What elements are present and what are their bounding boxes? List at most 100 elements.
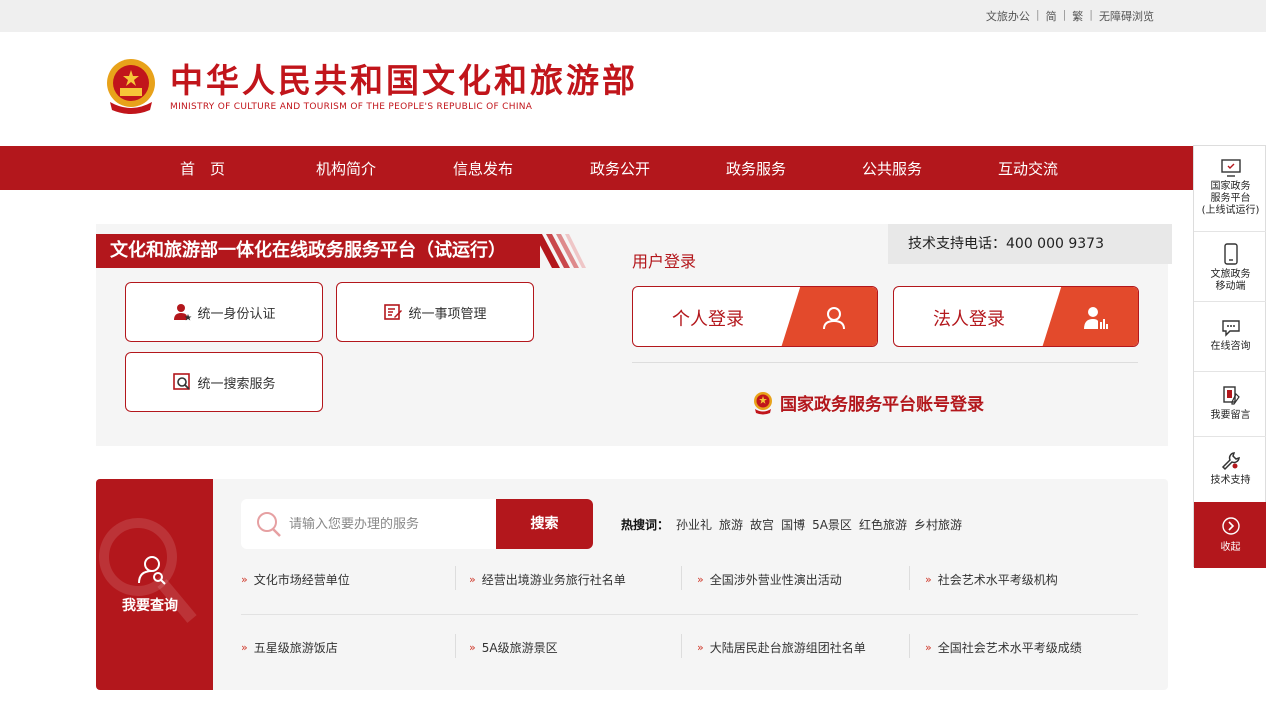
- chevron-right-icon: »: [469, 573, 476, 586]
- sidebar-label: 在线咨询: [1210, 341, 1251, 352]
- unified-identity-button[interactable]: 统一身份认证: [125, 282, 323, 342]
- query-link[interactable]: » 大陆居民赴台旅游组团社名单: [697, 639, 866, 656]
- hot-word[interactable]: 乡村旅游: [914, 516, 962, 533]
- link-separator: [681, 634, 682, 658]
- query-link-label: 经营出境游业务旅行社名单: [481, 573, 626, 587]
- utility-links: 文旅办公 | 简 | 繁 | 无障碍浏览: [986, 8, 1154, 24]
- unified-items-button[interactable]: 统一事项管理: [336, 282, 534, 342]
- sidebar-collapse-label: 收起: [1220, 542, 1241, 553]
- personal-login-label: 个人登录: [672, 309, 744, 330]
- search-box: [241, 499, 497, 549]
- hot-search-label: 热搜词：: [621, 518, 670, 532]
- office-link[interactable]: 文旅办公: [986, 8, 1030, 24]
- national-emblem-icon: [107, 59, 155, 114]
- unified-items-label: 统一事项管理: [408, 306, 487, 322]
- sidebar-item-support[interactable]: 技术支持: [1194, 437, 1266, 502]
- query-link-label: 文化市场经营单位: [253, 573, 350, 587]
- query-link[interactable]: » 经营出境游业务旅行社名单: [469, 571, 626, 588]
- support-phone: 技术支持电话：400 000 9373: [888, 224, 1172, 264]
- sidebar-label: 技术支持: [1210, 475, 1251, 486]
- link-separator: [681, 566, 682, 590]
- hot-word[interactable]: 5A景区: [812, 516, 852, 533]
- links-divider: [241, 614, 1138, 615]
- hot-search-words: 热搜词： 孙业礼 旅游 故宫 国博 5A景区 红色旅游 乡村旅游: [621, 516, 962, 533]
- login-heading: 用户登录: [632, 252, 697, 271]
- floating-sidebar: 国家政务 服务平台 (上线试运行) 文旅政务 移动端 在线咨询 我要留言 技术支…: [1193, 145, 1266, 568]
- user-icon: [823, 306, 845, 329]
- chevron-right-icon: »: [241, 641, 248, 654]
- chat-bubble-icon: [1221, 320, 1240, 337]
- link-separator: [909, 634, 910, 658]
- sidebar-label: (上线试运行): [1201, 205, 1260, 216]
- hot-word[interactable]: 红色旅游: [859, 516, 907, 533]
- hot-word[interactable]: 国博: [781, 516, 805, 533]
- sidebar-label: 我要留言: [1210, 410, 1251, 421]
- query-link-label: 社会艺术水平考级机构: [937, 573, 1058, 587]
- nav-public-services[interactable]: 公共服务: [862, 158, 922, 179]
- query-link-label: 5A级旅游景区: [481, 641, 558, 655]
- legal-login-tab: [1042, 287, 1138, 346]
- accessible-link[interactable]: 无障碍浏览: [1099, 8, 1154, 24]
- title-stripes-decoration: [534, 234, 586, 268]
- separator: |: [1062, 8, 1067, 21]
- nav-home[interactable]: 首 页: [180, 158, 225, 179]
- separator: |: [1089, 8, 1093, 21]
- gov-login-label: 国家政务服务平台账号登录: [780, 395, 984, 415]
- site-title: 中华人民共和国文化和旅游部: [170, 61, 638, 100]
- search-input[interactable]: [289, 516, 489, 532]
- note-pen-icon: [1222, 386, 1240, 405]
- search-icon: [257, 512, 281, 537]
- main-nav: 首 页 机构简介 信息发布 政务公开 政务服务 公共服务 互动交流: [0, 146, 1200, 190]
- sidebar-item-mobile[interactable]: 文旅政务 移动端: [1194, 232, 1266, 302]
- nav-interaction[interactable]: 互动交流: [998, 158, 1058, 179]
- hot-word[interactable]: 旅游: [719, 516, 743, 533]
- unified-search-label: 统一搜索服务: [197, 376, 276, 392]
- query-link-label: 全国涉外营业性演出活动: [709, 573, 842, 587]
- query-side-block: 我要查询: [96, 479, 213, 690]
- nav-gov-services[interactable]: 政务服务: [726, 158, 786, 179]
- legal-login-button[interactable]: 法人登录: [893, 286, 1139, 347]
- business-user-icon: [1084, 306, 1108, 329]
- gov-platform-login-link[interactable]: 国家政务服务平台账号登录: [752, 390, 984, 415]
- traditional-link[interactable]: 繁: [1072, 8, 1083, 24]
- personal-login-button[interactable]: 个人登录: [632, 286, 878, 347]
- monitor-icon: [1220, 159, 1241, 177]
- nav-gov-affairs[interactable]: 政务公开: [590, 158, 650, 179]
- site-logo[interactable]: 中华人民共和国文化和旅游部 MINISTRY OF CULTURE AND TO…: [104, 56, 638, 118]
- sidebar-label: 文旅政务: [1210, 269, 1251, 280]
- sidebar-item-gov-platform[interactable]: 国家政务 服务平台 (上线试运行): [1194, 146, 1266, 232]
- platform-title: 文化和旅游部一体化在线政务服务平台（试运行）: [96, 234, 540, 268]
- query-link[interactable]: » 全国涉外营业性演出活动: [697, 571, 842, 588]
- personal-login-tab: [781, 287, 877, 346]
- unified-search-button[interactable]: 统一搜索服务: [125, 352, 323, 412]
- chevron-right-icon: »: [469, 641, 476, 654]
- query-link[interactable]: » 社会艺术水平考级机构: [925, 571, 1058, 588]
- nav-about[interactable]: 机构简介: [316, 158, 376, 179]
- simplified-link[interactable]: 简: [1046, 8, 1057, 24]
- chevron-right-icon: »: [925, 573, 932, 586]
- link-separator: [455, 634, 456, 658]
- checklist-edit-icon: [384, 304, 403, 320]
- sidebar-item-message[interactable]: 我要留言: [1194, 372, 1266, 437]
- sidebar-label: 国家政务: [1210, 181, 1251, 192]
- magnifier-watermark-icon: [99, 518, 197, 623]
- separator: |: [1035, 8, 1040, 21]
- hot-word[interactable]: 孙业礼: [676, 516, 712, 533]
- query-link-label: 五星级旅游饭店: [253, 641, 338, 655]
- chevron-circle-right-icon: [1221, 517, 1240, 535]
- search-button[interactable]: 搜索: [496, 499, 593, 549]
- nav-news[interactable]: 信息发布: [453, 158, 513, 179]
- sidebar-collapse-button[interactable]: 收起: [1194, 502, 1266, 568]
- query-link[interactable]: » 文化市场经营单位: [241, 571, 350, 588]
- site-subtitle: MINISTRY OF CULTURE AND TOURISM OF THE P…: [170, 102, 533, 112]
- user-star-icon: [174, 304, 192, 321]
- link-separator: [455, 566, 456, 590]
- unified-identity-label: 统一身份认证: [197, 306, 276, 322]
- sidebar-label: 服务平台: [1210, 193, 1251, 204]
- query-link[interactable]: » 全国社会艺术水平考级成绩: [925, 639, 1082, 656]
- sidebar-item-consult[interactable]: 在线咨询: [1194, 302, 1266, 372]
- query-link[interactable]: » 五星级旅游饭店: [241, 639, 338, 656]
- hot-word[interactable]: 故宫: [750, 516, 774, 533]
- query-link[interactable]: » 5A级旅游景区: [469, 639, 558, 656]
- legal-login-label: 法人登录: [933, 309, 1005, 330]
